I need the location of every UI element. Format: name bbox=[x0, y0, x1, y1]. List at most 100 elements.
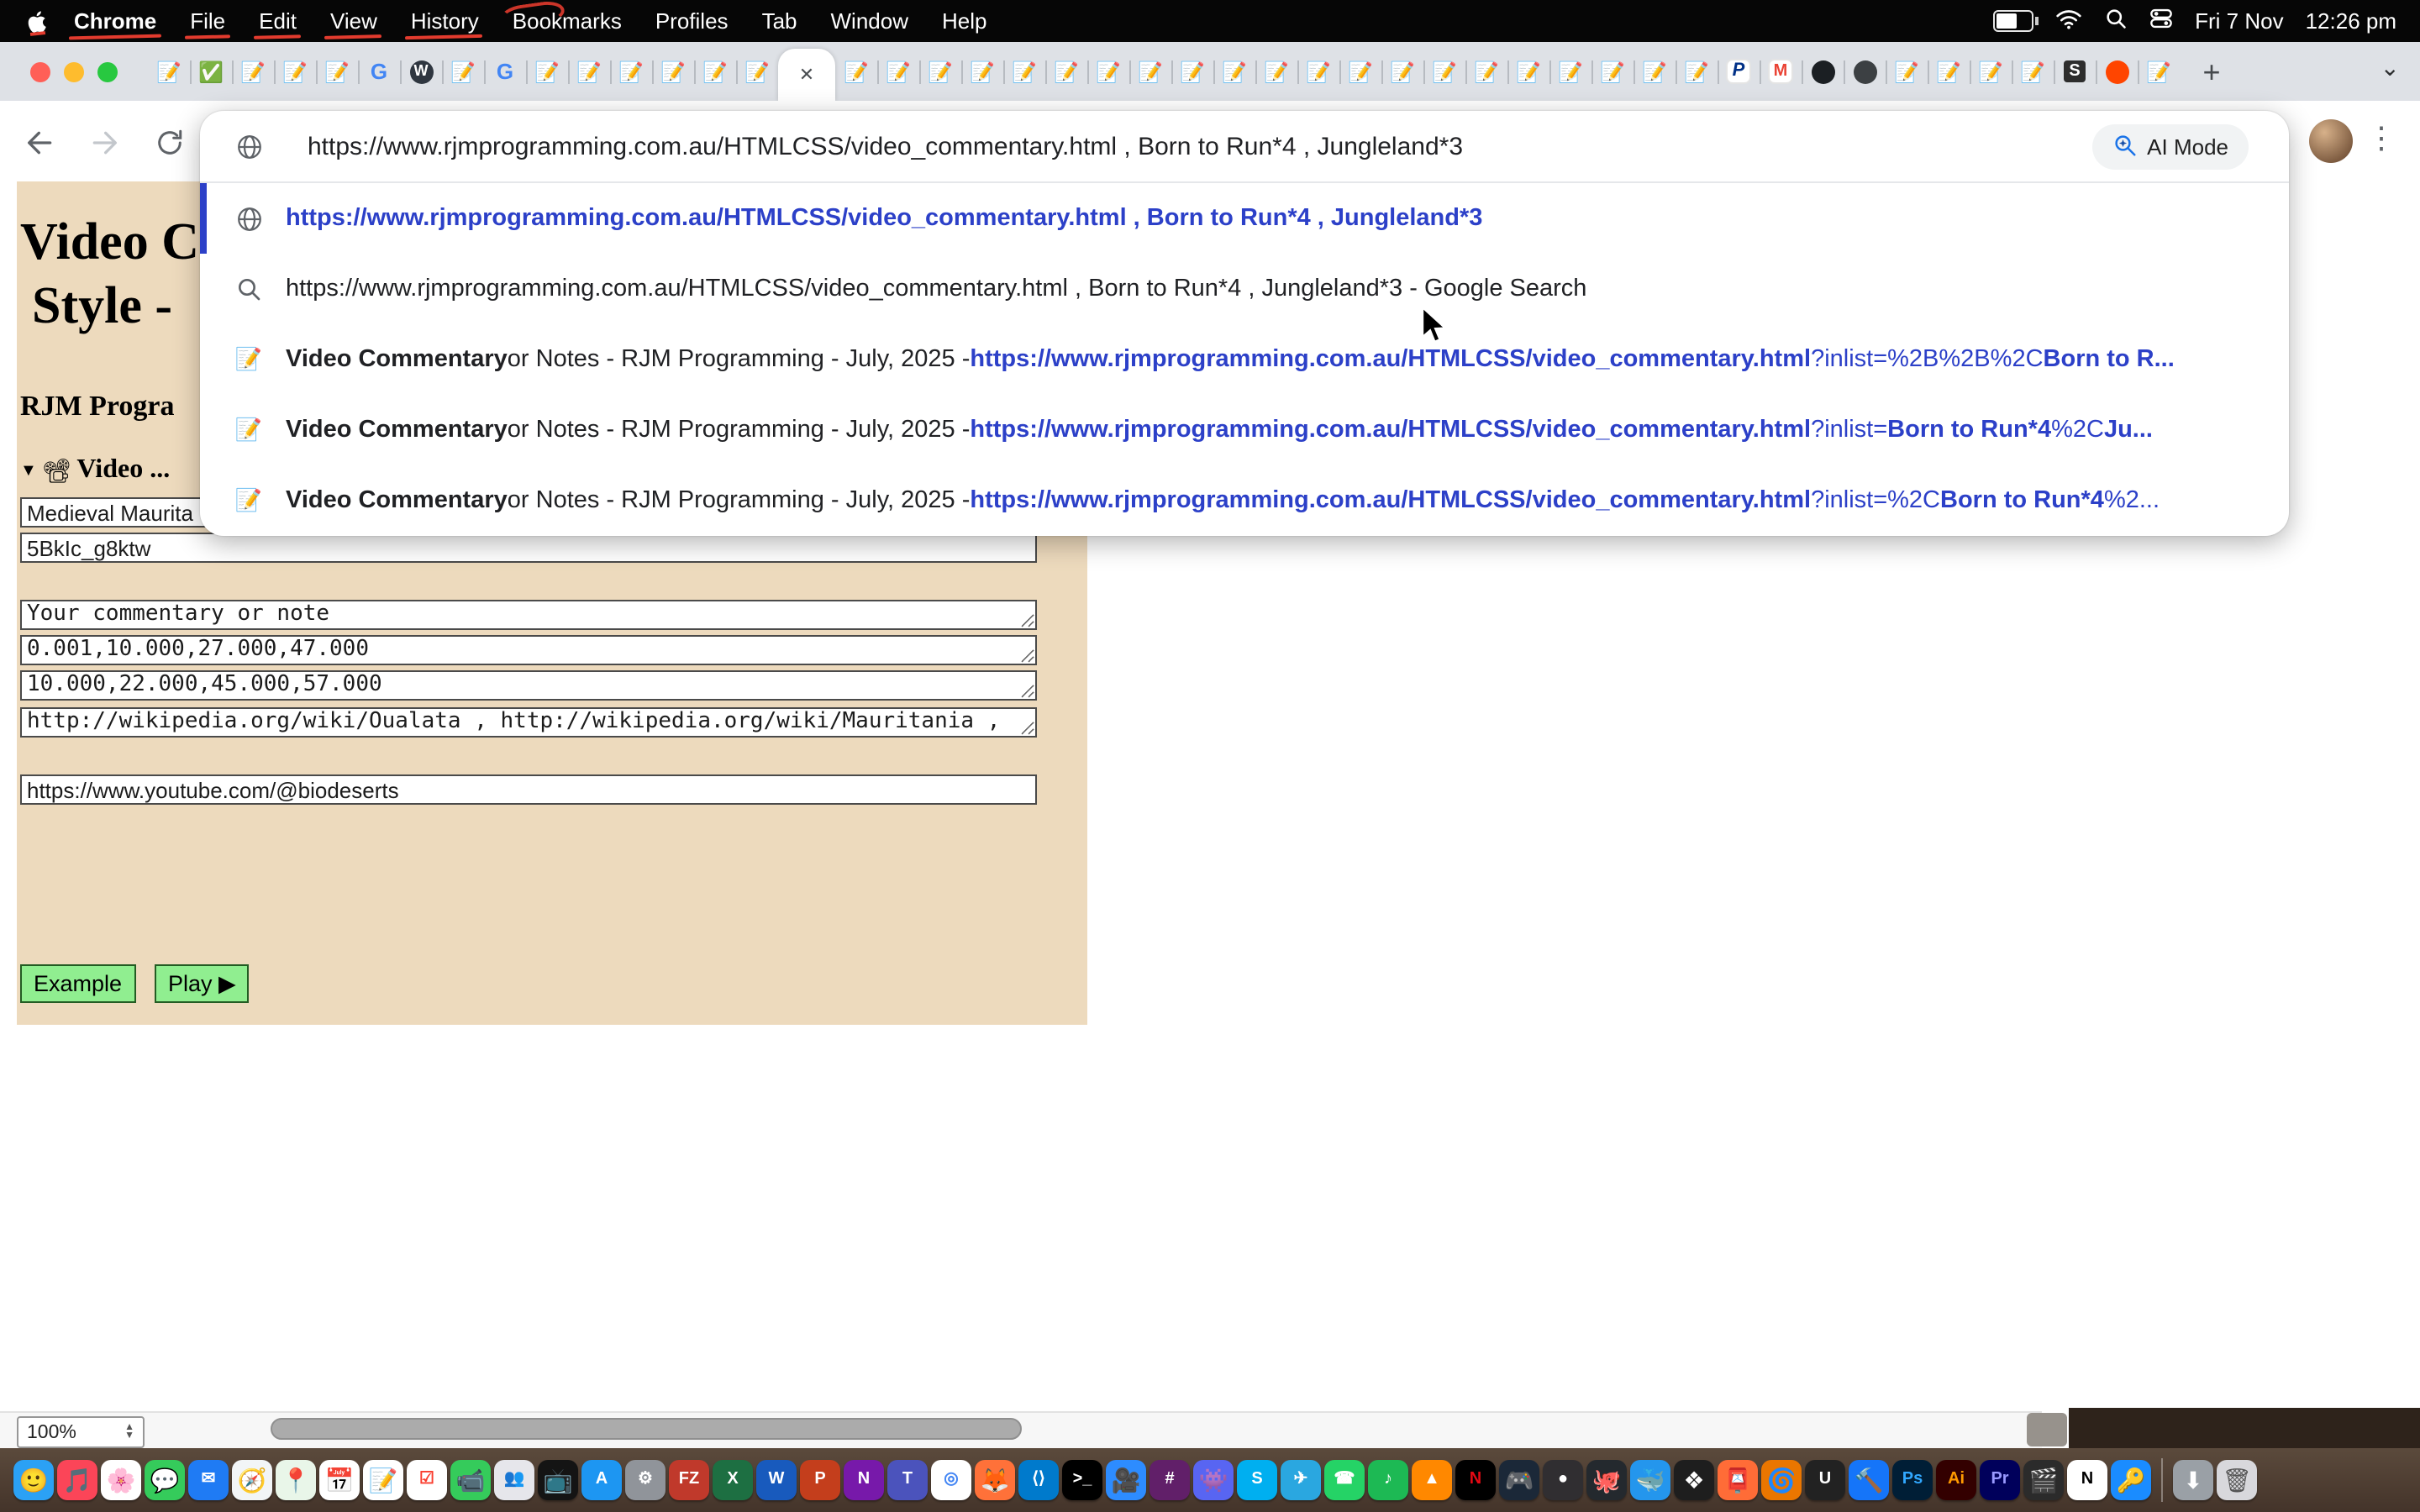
browser-tab[interactable]: 📝 bbox=[274, 42, 316, 101]
browser-tab[interactable]: 📝 bbox=[1423, 42, 1465, 101]
dock-icon-contacts[interactable]: 👥 bbox=[494, 1460, 534, 1500]
menu-tab[interactable]: Tab bbox=[745, 0, 814, 42]
dock-icon-figma[interactable]: ❖ bbox=[1674, 1460, 1714, 1500]
dock-icon-mail[interactable]: ✉ bbox=[188, 1460, 229, 1500]
browser-tab[interactable]: 📝 bbox=[835, 42, 877, 101]
menu-help[interactable]: Help bbox=[925, 0, 1004, 42]
dock-icon-whatsapp[interactable]: ☎ bbox=[1324, 1460, 1365, 1500]
dock-icon-1password[interactable]: 🔑 bbox=[2111, 1460, 2151, 1500]
menu-edit[interactable]: Edit bbox=[242, 0, 313, 42]
dock-icon-blender[interactable]: 🌀 bbox=[1761, 1460, 1802, 1500]
dock-icon-notes[interactable]: 📝 bbox=[363, 1460, 403, 1500]
control-center-icon[interactable] bbox=[2149, 7, 2173, 35]
start-times-textarea[interactable]: 0.001,10.000,27.000,47.000 bbox=[20, 635, 1037, 665]
browser-tab[interactable]: 📝 bbox=[2138, 42, 2180, 101]
details-marker-icon[interactable]: ▼ bbox=[20, 461, 37, 480]
browser-tab[interactable]: 📝 bbox=[1045, 42, 1087, 101]
dock-icon-filezilla[interactable]: FZ bbox=[669, 1460, 709, 1500]
browser-tab[interactable]: 📝 bbox=[1886, 42, 1928, 101]
dock-icon-music[interactable]: 🎵 bbox=[57, 1460, 97, 1500]
browser-tab[interactable]: 📝 bbox=[2012, 42, 2054, 101]
dock-icon-davinci[interactable]: 🎬 bbox=[2023, 1460, 2064, 1500]
browser-tab[interactable]: 📝 bbox=[919, 42, 961, 101]
browser-tab[interactable]: 📝 bbox=[1339, 42, 1381, 101]
browser-tab[interactable] bbox=[1844, 42, 1886, 101]
browser-tab[interactable]: 📝 bbox=[442, 42, 484, 101]
dock-icon-terminal[interactable]: >_ bbox=[1062, 1460, 1102, 1500]
browser-tab[interactable]: P bbox=[1718, 42, 1760, 101]
browser-tab[interactable]: 📝 bbox=[1297, 42, 1339, 101]
browser-menu-button[interactable]: ⋮ bbox=[2366, 121, 2396, 156]
play-button[interactable]: Play ▶ bbox=[155, 964, 250, 1003]
dock-icon-spotify[interactable]: ♪ bbox=[1368, 1460, 1408, 1500]
browser-tab[interactable]: 📝 bbox=[1003, 42, 1045, 101]
dock-icon-postman[interactable]: 📮 bbox=[1718, 1460, 1758, 1500]
dock-icon-facetime[interactable]: 📹 bbox=[450, 1460, 491, 1500]
browser-tab[interactable]: 📝 bbox=[877, 42, 919, 101]
omnibox-suggestion[interactable]: 📝Video Commentary or Notes - RJM Program… bbox=[200, 324, 2289, 395]
omnibox-suggestion[interactable]: https://www.rjmprogramming.com.au/HTMLCS… bbox=[200, 254, 2289, 324]
reload-button[interactable] bbox=[151, 124, 188, 161]
dock-icon-onenote[interactable]: N bbox=[844, 1460, 884, 1500]
horizontal-scrollbar-thumb[interactable] bbox=[271, 1418, 1022, 1440]
profile-avatar[interactable] bbox=[2309, 119, 2353, 163]
back-button[interactable] bbox=[22, 124, 59, 161]
dock-icon-finder[interactable]: 🙂 bbox=[13, 1460, 54, 1500]
menu-chrome[interactable]: Chrome bbox=[57, 0, 173, 42]
browser-tab[interactable]: S bbox=[2054, 42, 2096, 101]
spotlight-search-icon[interactable] bbox=[2104, 7, 2128, 35]
browser-tab[interactable]: 📝 bbox=[961, 42, 1003, 101]
new-tab-button[interactable]: + bbox=[2190, 50, 2233, 94]
omnibox-suggestion[interactable]: 📝Video Commentary or Notes - RJM Program… bbox=[200, 465, 2289, 536]
zoom-widget[interactable]: 100% ▲▼ bbox=[17, 1416, 145, 1448]
video-details-summary[interactable]: ▼ 📽 Video ... bbox=[20, 455, 170, 486]
omnibox-input[interactable]: https://www.rjmprogramming.com.au/HTMLCS… bbox=[308, 132, 1463, 160]
dock-icon-telegram[interactable]: ✈ bbox=[1281, 1460, 1321, 1500]
menubar-time[interactable]: 12:26 pm bbox=[2306, 8, 2396, 34]
browser-tab[interactable]: 📝 bbox=[652, 42, 694, 101]
dock-icon-firefox[interactable]: 🦊 bbox=[975, 1460, 1015, 1500]
browser-tab[interactable]: ✅ bbox=[190, 42, 232, 101]
dock-icon-safari[interactable]: 🧭 bbox=[232, 1460, 272, 1500]
dock-icon-slack[interactable]: # bbox=[1150, 1460, 1190, 1500]
dock-icon-netflix[interactable]: N bbox=[1455, 1460, 1496, 1500]
browser-tab[interactable]: 📝 bbox=[316, 42, 358, 101]
browser-tab[interactable]: 📝 bbox=[1171, 42, 1213, 101]
browser-tab[interactable] bbox=[2096, 42, 2138, 101]
browser-tab[interactable]: 📝 bbox=[232, 42, 274, 101]
dock-icon-skype[interactable]: S bbox=[1237, 1460, 1277, 1500]
browser-tab[interactable]: 📝 bbox=[148, 42, 190, 101]
dock-icon-maps[interactable]: 📍 bbox=[276, 1460, 316, 1500]
dock-icon-app-store[interactable]: A bbox=[581, 1460, 622, 1500]
dock-icon-steam[interactable]: 🎮 bbox=[1499, 1460, 1539, 1500]
browser-tab[interactable]: 📝 bbox=[1213, 42, 1255, 101]
browser-tab[interactable]: 📝 bbox=[1970, 42, 2012, 101]
menubar-date[interactable]: Fri 7 Nov bbox=[2195, 8, 2283, 34]
omnibox[interactable]: https://www.rjmprogramming.com.au/HTMLCS… bbox=[200, 111, 2289, 181]
menu-window[interactable]: Window bbox=[814, 0, 926, 42]
browser-tab[interactable]: 📝 bbox=[1381, 42, 1423, 101]
browser-tab[interactable]: 📝 bbox=[1087, 42, 1129, 101]
browser-tab[interactable]: M bbox=[1760, 42, 1802, 101]
commentary-textarea[interactable]: Your commentary or note bbox=[20, 600, 1037, 630]
browser-tab[interactable]: W bbox=[400, 42, 442, 101]
browser-tab[interactable]: 📝 bbox=[610, 42, 652, 101]
dock-icon-chrome[interactable]: ◎ bbox=[931, 1460, 971, 1500]
menu-file[interactable]: File bbox=[173, 0, 242, 42]
zoom-stepper[interactable]: ▲▼ bbox=[124, 1424, 134, 1441]
dock-icon-obs[interactable]: ● bbox=[1543, 1460, 1583, 1500]
battery-icon[interactable] bbox=[1993, 10, 2033, 32]
dock-icon-discord[interactable]: 👾 bbox=[1193, 1460, 1234, 1500]
browser-tab[interactable]: 📝 bbox=[568, 42, 610, 101]
close-window-button[interactable] bbox=[30, 62, 50, 82]
browser-tab[interactable]: 📝 bbox=[1591, 42, 1634, 101]
browser-tab[interactable]: 📝 bbox=[1928, 42, 1970, 101]
dock-icon-powerpoint[interactable]: P bbox=[800, 1460, 840, 1500]
dock-icon-unity[interactable]: U bbox=[1805, 1460, 1845, 1500]
dock-icon-trash[interactable]: 🗑 bbox=[2217, 1460, 2257, 1500]
browser-tab[interactable]: 📝 bbox=[1255, 42, 1297, 101]
dock-icon-tv[interactable]: 📺 bbox=[538, 1460, 578, 1500]
dock-icon-photos[interactable]: 🌸 bbox=[101, 1460, 141, 1500]
dock-icon-vscode[interactable]: ⟨⟩ bbox=[1018, 1460, 1059, 1500]
ai-mode-button[interactable]: AI Mode bbox=[2091, 124, 2249, 170]
